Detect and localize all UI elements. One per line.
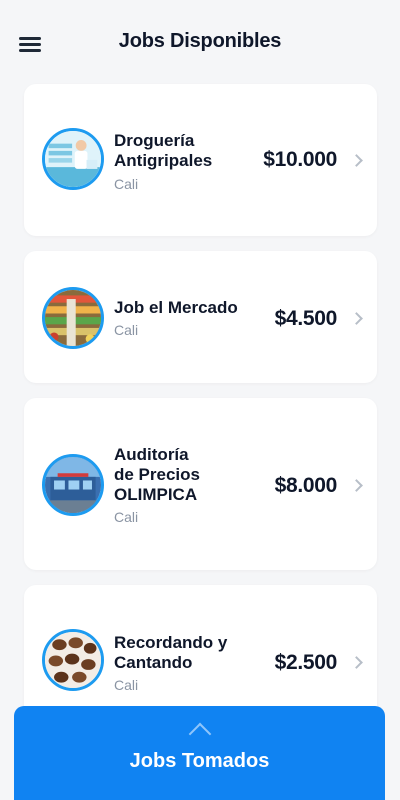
job-name: Recordando y Cantando xyxy=(114,633,228,672)
job-name: Job el Mercado xyxy=(114,298,238,317)
job-card[interactable]: Auditoría de Precios OLIMPICA Cali $8.00… xyxy=(24,398,377,570)
chevron-right-icon xyxy=(350,656,363,669)
jobs-taken-sheet[interactable]: Jobs Tomados xyxy=(14,706,385,800)
job-price: $4.500 xyxy=(274,307,338,330)
job-name: Droguería Antigripales xyxy=(114,131,213,170)
chevron-right-icon xyxy=(350,479,363,492)
job-city: Cali xyxy=(114,677,139,693)
page-title: Jobs Disponibles xyxy=(118,30,282,52)
store-image xyxy=(42,454,104,516)
chevron-right-icon xyxy=(350,154,363,167)
jobs-taken-label: Jobs Tomados xyxy=(129,750,270,772)
chevron-up-icon[interactable] xyxy=(188,722,212,746)
chevron-right-icon xyxy=(350,312,363,325)
job-card[interactable]: Droguería Antigripales Cali $10.000 xyxy=(24,84,377,236)
job-price: $2.500 xyxy=(274,651,338,674)
job-name: Auditoría de Precios OLIMPICA xyxy=(114,445,200,504)
job-price: $8.000 xyxy=(274,474,338,497)
market-image xyxy=(42,287,104,349)
job-city: Cali xyxy=(114,176,139,192)
job-city: Cali xyxy=(114,509,139,525)
app-header: Jobs Disponibles xyxy=(0,0,400,84)
job-city: Cali xyxy=(114,322,139,338)
pharmacy-image xyxy=(42,128,104,190)
job-price: $10.000 xyxy=(263,148,337,171)
job-card[interactable]: Job el Mercado Cali $4.500 xyxy=(24,251,377,383)
coffee-beans-image xyxy=(42,629,104,691)
